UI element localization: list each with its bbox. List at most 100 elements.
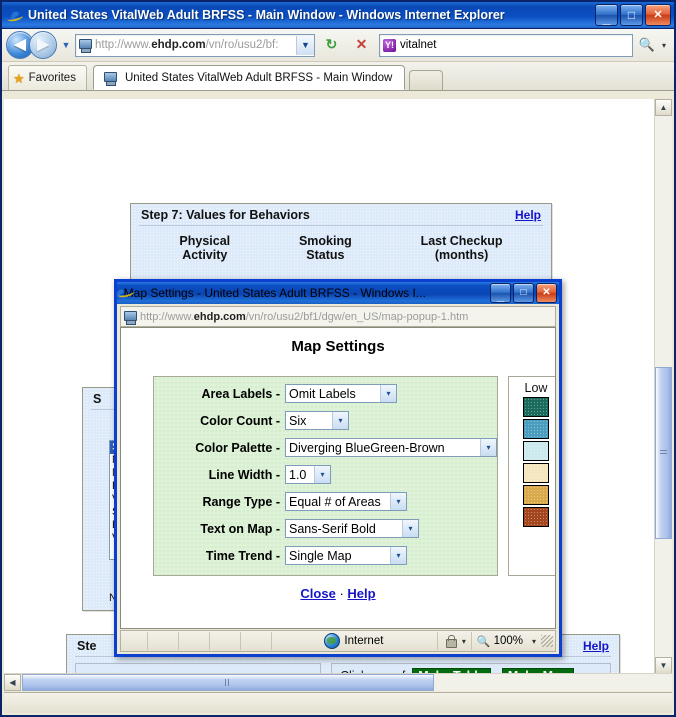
time-trend-select[interactable]: Single Map ▾: [285, 546, 407, 565]
security-zone-label: Internet: [344, 635, 384, 647]
dialog-close-link[interactable]: Close: [300, 586, 335, 601]
link-separator: ·: [339, 586, 344, 601]
setting-row-color-palette: Color Palette - Diverging BlueGreen-Brow…: [154, 437, 497, 458]
dialog-address-domain: ehdp.com: [193, 310, 246, 323]
step-bottom-help-link[interactable]: Help: [583, 639, 609, 653]
chevron-down-icon: ▾: [380, 385, 396, 402]
close-button[interactable]: ✕: [645, 4, 671, 26]
legend-swatch-4: [523, 463, 549, 483]
favorites-button[interactable]: ★ Favorites: [8, 65, 87, 90]
refresh-icon: ↻: [325, 36, 338, 52]
area-labels-label: Area Labels -: [201, 386, 280, 401]
text-on-map-select[interactable]: Sans-Serif Bold ▾: [285, 519, 419, 538]
address-bar[interactable]: http://www.ehdp.com/vn/ro/usu2/bf: ▼: [75, 33, 315, 57]
legend-swatch-2: [523, 419, 549, 439]
color-legend: Low: [508, 376, 555, 576]
page-content: Step 7: Values for Behaviors Help Physic…: [4, 99, 654, 674]
vertical-scroll-thumb[interactable]: [655, 367, 672, 539]
address-suffix: /vn/ro/usu2/bf:: [205, 39, 279, 51]
security-zone[interactable]: Internet: [272, 633, 436, 649]
scroll-left-button[interactable]: ◀: [4, 674, 21, 691]
search-provider-dropdown[interactable]: ▾: [658, 41, 670, 50]
resize-grip-icon[interactable]: [541, 635, 553, 647]
step7-title: Step 7: Values for Behaviors: [141, 208, 310, 222]
close-icon: ✕: [542, 287, 551, 298]
color-palette-label: Color Palette -: [195, 440, 280, 455]
line-width-value: 1.0: [289, 467, 307, 482]
dialog-window-title: Map Settings - United States Adult BRFSS…: [123, 286, 426, 300]
text-on-map-label: Text on Map -: [200, 521, 280, 536]
globe-icon: [324, 633, 341, 649]
behavior-column-physical-activity: Physical Activity: [179, 234, 231, 262]
dialog-close-button[interactable]: ✕: [536, 283, 557, 303]
window-controls: _ □ ✕: [595, 4, 671, 26]
minimize-button[interactable]: _: [595, 4, 618, 26]
color-palette-value: Diverging BlueGreen-Brown: [289, 440, 445, 455]
setting-row-time-trend: Time Trend - Single Map ▾: [154, 545, 497, 566]
color-count-value: Six: [289, 413, 307, 428]
search-value: vitalnet: [400, 39, 437, 51]
refresh-button[interactable]: ↻: [318, 32, 345, 58]
settings-area: Area Labels - Omit Labels ▾ Color Count …: [153, 376, 555, 576]
star-icon: ★: [13, 70, 25, 86]
scroll-grip-icon: [225, 679, 231, 686]
vertical-scrollbar[interactable]: ▲ ▼: [654, 99, 672, 674]
chevron-down-icon: ▾: [390, 493, 406, 510]
new-tab-button[interactable]: [409, 70, 444, 90]
stop-button[interactable]: ✕: [348, 32, 375, 58]
step7-help-link[interactable]: Help: [515, 208, 541, 222]
dialog-body: Map Settings Area Labels - Omit Labels ▾: [120, 327, 556, 629]
setting-row-text-on-map: Text on Map - Sans-Serif Bold ▾: [154, 518, 497, 539]
dialog-minimize-button[interactable]: _: [490, 283, 511, 303]
close-icon: ✕: [653, 9, 663, 21]
range-type-select[interactable]: Equal # of Areas ▾: [285, 492, 407, 511]
yahoo-icon: Y!: [383, 38, 396, 52]
computer-icon: [123, 310, 137, 325]
statusbar-cell: [179, 632, 210, 650]
color-count-label: Color Count -: [200, 413, 280, 428]
zoom-control[interactable]: 🔍 100% ▾: [470, 632, 541, 650]
scroll-up-button[interactable]: ▲: [655, 99, 672, 116]
recent-pages-button[interactable]: ▼: [59, 40, 73, 50]
magnifier-icon: 🔍: [476, 635, 491, 648]
tab-main-window[interactable]: United States VitalWeb Adult BRFSS - Mai…: [92, 65, 406, 90]
computer-icon: [78, 38, 92, 53]
horizontal-scrollbar[interactable]: ◀: [4, 673, 672, 691]
horizontal-scroll-thumb[interactable]: [22, 674, 434, 691]
statusbar-cell: [210, 632, 241, 650]
minimize-icon: _: [602, 10, 611, 26]
chevron-down-icon: ▾: [480, 439, 496, 456]
dialog-maximize-button[interactable]: □: [513, 283, 534, 303]
browser-titlebar: e United States VitalWeb Adult BRFSS - M…: [2, 2, 674, 29]
legend-swatch-1: [523, 397, 549, 417]
address-dropdown-button[interactable]: ▼: [296, 35, 314, 55]
browser-statusbar: [4, 692, 672, 713]
line-width-select[interactable]: 1.0 ▾: [285, 465, 331, 484]
dialog-heading: Map Settings: [291, 338, 385, 355]
tab-label: United States VitalWeb Adult BRFSS - Mai…: [124, 71, 393, 84]
dialog-help-link[interactable]: Help: [347, 586, 375, 601]
forward-button[interactable]: ▶: [29, 31, 57, 59]
tab-bar: ★ Favorites United States VitalWeb Adult…: [2, 62, 674, 91]
color-palette-select[interactable]: Diverging BlueGreen-Brown ▾: [285, 438, 497, 457]
chevron-down-icon: ▾: [402, 520, 418, 537]
ie-logo-icon: e: [117, 285, 124, 301]
scroll-down-button[interactable]: ▼: [655, 657, 672, 674]
search-input[interactable]: Y! vitalnet: [379, 33, 633, 57]
maximize-icon: □: [520, 287, 527, 298]
maximize-button[interactable]: □: [620, 4, 643, 26]
search-go-button[interactable]: 🔍: [636, 33, 658, 57]
line-width-label: Line Width -: [208, 467, 280, 482]
setting-row-area-labels: Area Labels - Omit Labels ▾: [154, 383, 497, 404]
address-prefix: http://www.: [95, 39, 152, 51]
color-count-select[interactable]: Six ▾: [285, 411, 349, 430]
address-value: http://www.ehdp.com/vn/ro/usu2/bf:: [95, 39, 296, 51]
statusbar-cell: [121, 632, 148, 650]
dialog-address-prefix: http://www.: [140, 310, 194, 323]
page-viewport: Step 7: Values for Behaviors Help Physic…: [4, 99, 672, 691]
computer-icon: [103, 71, 117, 86]
dialog-address-suffix: /vn/ro/usu2/bf1/dgw/en_US/map-popup-1.ht…: [245, 310, 469, 323]
protected-mode-control[interactable]: ▾: [438, 634, 471, 648]
area-labels-select[interactable]: Omit Labels ▾: [285, 384, 397, 403]
stop-icon: ✕: [355, 36, 368, 52]
